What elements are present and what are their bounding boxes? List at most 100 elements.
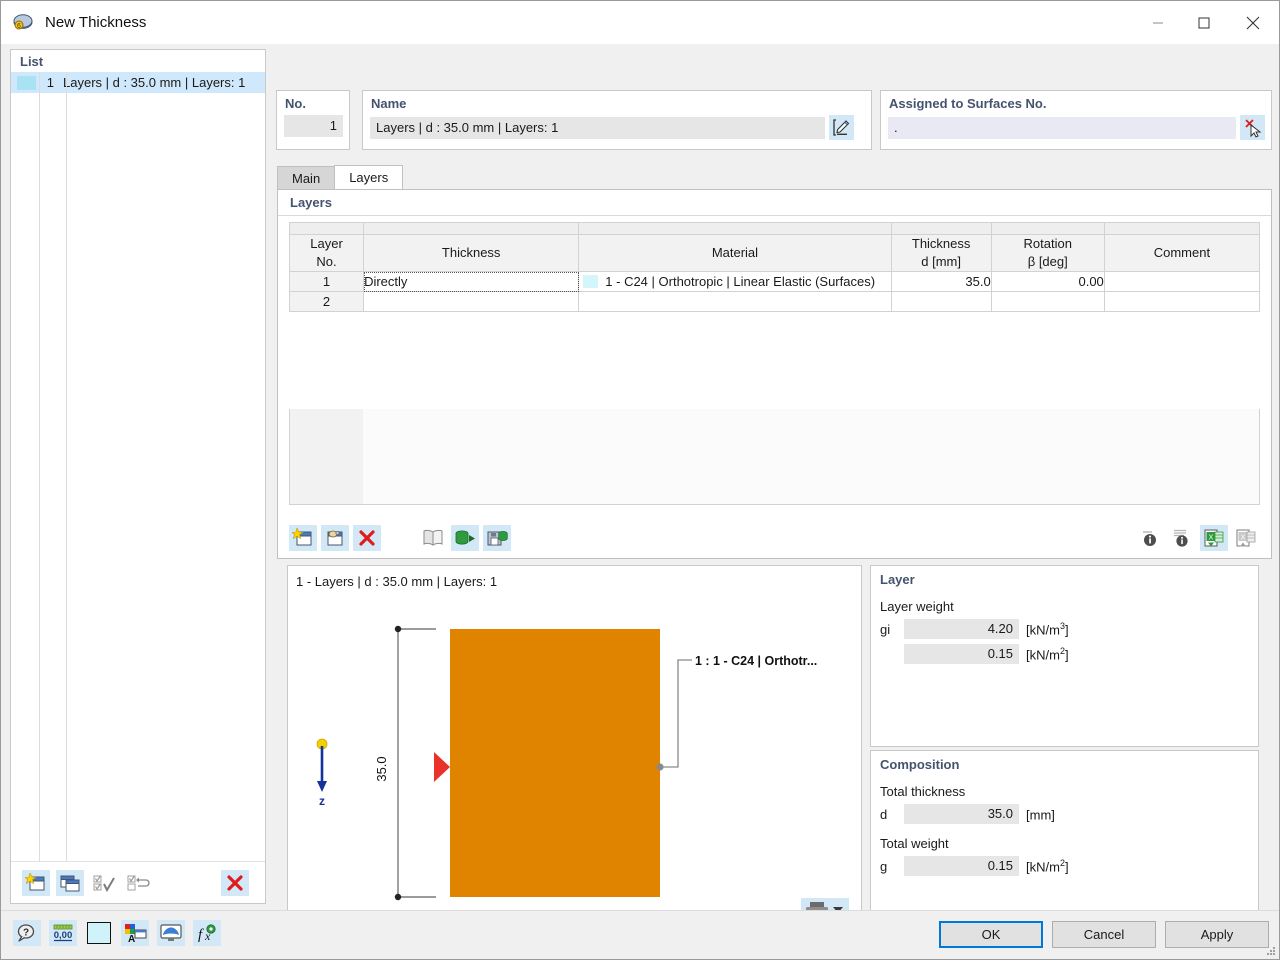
gi-value[interactable]: 4.20 xyxy=(904,619,1019,639)
list-header: List xyxy=(11,50,265,72)
bottom-bar: ? 0,00 A f x OK Cancel Apply xyxy=(1,910,1279,959)
col-header-thickness-d[interactable]: Thickness d [mm] xyxy=(890,234,992,272)
layer-info-header: Layer xyxy=(880,572,915,587)
dialog-body: List 1 Layers | d : 35.0 mm | Layers: 1 xyxy=(1,44,1279,959)
cell-thickness-type[interactable]: Directly xyxy=(363,271,580,292)
cell-material[interactable] xyxy=(578,291,892,312)
details-info-button[interactable] xyxy=(1168,525,1196,551)
total-thickness-label: Total thickness xyxy=(880,784,966,799)
cell-material[interactable]: 1 - C24 | Orthotropic | Linear Elastic (… xyxy=(578,271,892,292)
total-thickness-value[interactable]: 35.0 xyxy=(904,804,1019,824)
bottom-toolbar: ? 0,00 A f x xyxy=(13,920,221,946)
import-layer-button[interactable] xyxy=(321,525,349,551)
total-weight-value[interactable]: 0.15 xyxy=(904,856,1019,876)
import-from-library-button[interactable] xyxy=(451,525,479,551)
ok-button[interactable]: OK xyxy=(939,921,1043,948)
layers-section-header: Layers xyxy=(278,190,1271,216)
excel-import-button[interactable]: X xyxy=(1200,525,1228,551)
tab-layers[interactable]: Layers xyxy=(334,165,404,189)
dimension-label: 35.0 xyxy=(374,756,389,781)
group-cell xyxy=(363,222,580,235)
no-input[interactable]: 1 xyxy=(284,115,343,137)
minimize-icon[interactable] xyxy=(1135,1,1181,44)
help-button[interactable]: ? xyxy=(13,920,41,946)
maximize-icon[interactable] xyxy=(1181,1,1227,44)
window-title: New Thickness xyxy=(45,14,147,31)
col-header-layer-no[interactable]: Layer No. xyxy=(288,234,365,272)
edit-name-icon[interactable] xyxy=(829,115,854,140)
list-panel: List 1 Layers | d : 35.0 mm | Layers: 1 xyxy=(10,49,266,904)
col-header-material[interactable]: Material xyxy=(578,234,892,272)
assigned-input[interactable]: . xyxy=(888,116,1236,139)
invert-selection-button[interactable] xyxy=(124,870,152,896)
tab-main[interactable]: Main xyxy=(277,166,336,189)
col-line1: Thickness xyxy=(911,236,971,252)
area-weight-unit: [kN/m2] xyxy=(1019,646,1069,662)
close-icon[interactable] xyxy=(1227,1,1279,44)
new-thickness-dialog: 6 New Thickness List 1 Layers | d: 35.0… xyxy=(0,0,1280,960)
list-item[interactable]: 1 Layers | d : 35.0 mm | Layers: 1 xyxy=(11,72,265,93)
col-line1: Comment xyxy=(1153,245,1211,261)
layer-library-button[interactable] xyxy=(419,525,447,551)
apply-button[interactable]: Apply xyxy=(1165,921,1269,948)
col-line1: Layer xyxy=(310,236,343,252)
cell-rotation[interactable]: 0.00 xyxy=(990,271,1105,292)
thickness-icon: 6 xyxy=(12,12,34,34)
gi-unit-end: ] xyxy=(1064,622,1069,638)
delete-item-button[interactable] xyxy=(221,869,249,896)
layer-callout-label: 1 : 1 - C24 | Orthotr... xyxy=(695,654,817,668)
direction-arrow-icon xyxy=(434,752,450,782)
table-row[interactable]: 1 Directly 1 - C24 | Orthotropic | Linea… xyxy=(288,271,1261,292)
group-cell xyxy=(890,222,992,235)
area-weight-value[interactable]: 0.15 xyxy=(904,644,1019,664)
table-group-row xyxy=(288,222,1261,235)
svg-text:0,00: 0,00 xyxy=(54,930,73,941)
col-header-rotation[interactable]: Rotation β [deg] xyxy=(990,234,1105,272)
gi-unit: [kN/m3] xyxy=(1019,621,1069,637)
col-line1: Rotation xyxy=(1023,236,1072,252)
visual-settings-button[interactable] xyxy=(157,920,185,946)
display-properties-button[interactable]: A xyxy=(121,920,149,946)
excel-export-button[interactable]: X xyxy=(1232,525,1260,551)
cell-thickness-d[interactable] xyxy=(890,291,992,312)
cell-thickness-type[interactable] xyxy=(363,291,580,312)
cancel-button[interactable]: Cancel xyxy=(1052,921,1156,948)
list-item-swatch xyxy=(17,75,36,90)
axis-label-z: z xyxy=(319,794,325,808)
pick-surfaces-icon[interactable] xyxy=(1240,115,1265,140)
name-input[interactable]: Layers | d : 35.0 mm | Layers: 1 xyxy=(370,116,825,139)
no-field-panel: No. 1 xyxy=(276,90,350,150)
new-layer-button[interactable] xyxy=(289,525,317,551)
delete-layer-button[interactable] xyxy=(353,525,381,551)
units-button[interactable]: 0,00 xyxy=(49,920,77,946)
diagram-canvas[interactable]: 35.0 z 1 : 1 - C24 | Orthotr... xyxy=(288,589,861,907)
window-controls xyxy=(1135,1,1279,44)
no-label: No. xyxy=(285,96,306,111)
name-label: Name xyxy=(371,96,407,111)
formula-button[interactable]: f x xyxy=(193,920,221,946)
layer-diagram-panel: 1 - Layers | d : 35.0 mm | Layers: 1 35.… xyxy=(287,565,862,933)
export-to-library-button[interactable] xyxy=(483,525,511,551)
cell-rotation[interactable] xyxy=(990,291,1105,312)
table-row[interactable]: 2 xyxy=(288,291,1261,312)
info-button[interactable] xyxy=(1136,525,1164,551)
cell-thickness-d[interactable]: 35.0 xyxy=(890,271,992,292)
assigned-surfaces-panel: Assigned to Surfaces No. . xyxy=(880,90,1272,150)
color-swatch-button[interactable] xyxy=(85,920,113,946)
total-weight-unit: [kN/m2] xyxy=(1019,858,1069,874)
select-all-button[interactable] xyxy=(90,870,118,896)
cell-comment[interactable] xyxy=(1103,271,1261,292)
col-line2: d [mm] xyxy=(921,254,961,269)
new-item-button[interactable] xyxy=(22,869,50,896)
col-line2: No. xyxy=(316,254,337,269)
col-header-comment[interactable]: Comment xyxy=(1103,234,1261,272)
resize-grip[interactable] xyxy=(1264,944,1276,956)
cell-comment[interactable] xyxy=(1103,291,1261,312)
total-thickness-unit: [mm] xyxy=(1019,806,1055,822)
cell-layer-no: 2 xyxy=(288,291,365,312)
list-item-label: Layers | d : 35.0 mm | Layers: 1 xyxy=(63,75,246,90)
list-grid-line xyxy=(39,72,40,861)
list-toolbar xyxy=(11,861,265,903)
col-header-thickness-type[interactable]: Thickness xyxy=(363,234,580,272)
copy-item-button[interactable] xyxy=(56,869,84,896)
